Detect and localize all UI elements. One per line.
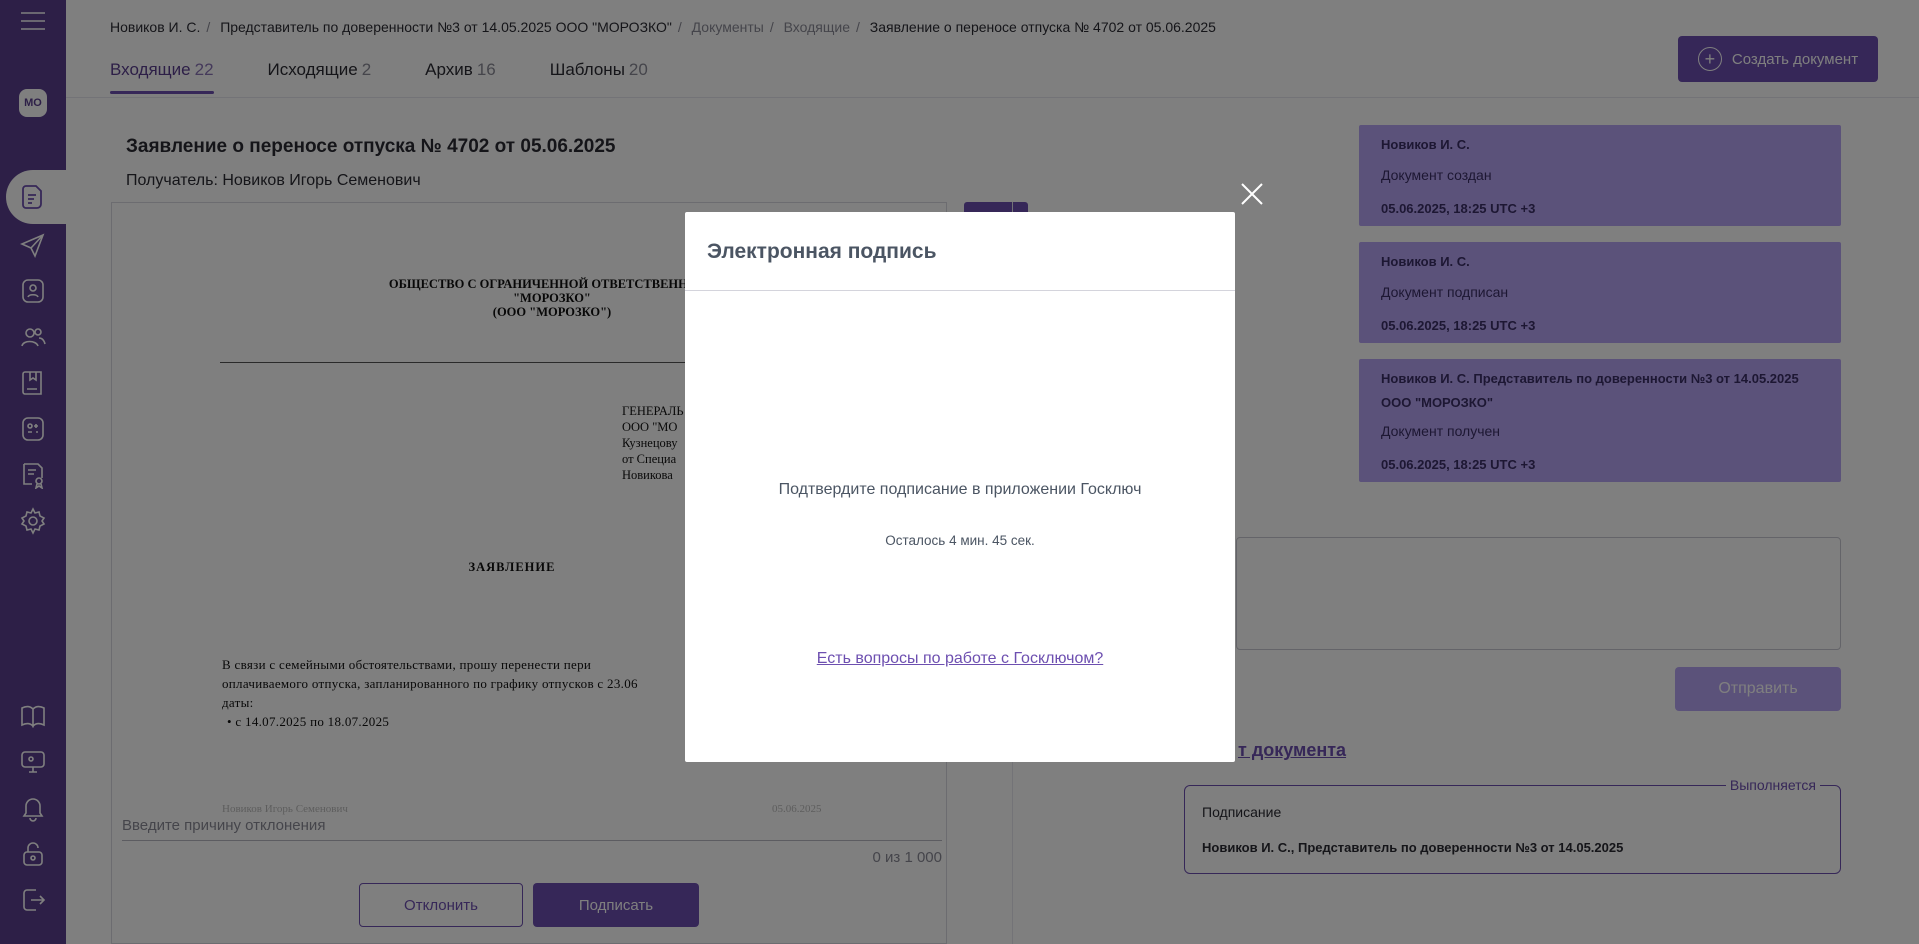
modal-divider bbox=[685, 290, 1235, 291]
countdown-timer: Осталось 4 мин. 45 сек. bbox=[885, 533, 1035, 548]
modal-message: Подтвердите подписание в приложении Госк… bbox=[778, 481, 1142, 498]
help-link[interactable]: Есть вопросы по работе с Госключом? bbox=[685, 650, 1235, 668]
signature-modal: Электронная подпись Подтвердите подписан… bbox=[685, 212, 1235, 762]
modal-title: Электронная подпись bbox=[707, 240, 937, 263]
close-icon[interactable] bbox=[1238, 180, 1266, 208]
